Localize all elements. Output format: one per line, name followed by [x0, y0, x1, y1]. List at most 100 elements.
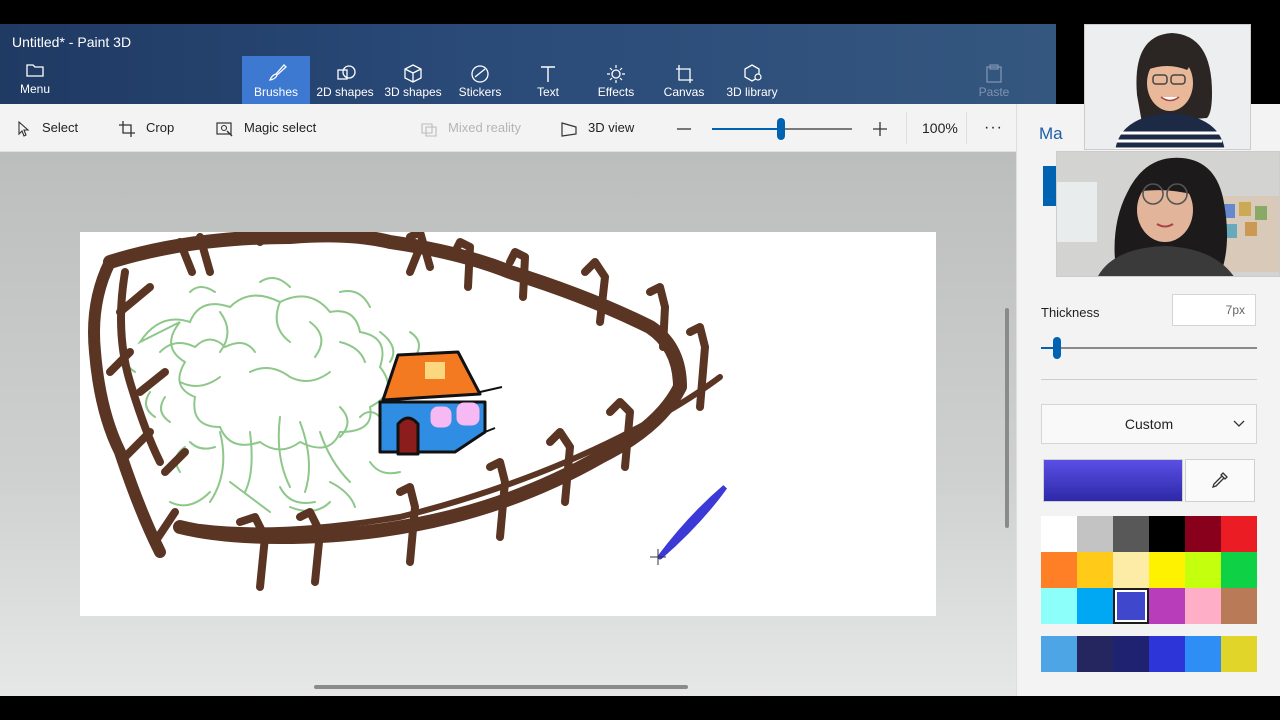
divider — [906, 112, 907, 144]
ribbon-bar: Untitled* - Paint 3D Menu Brushes 2D sha… — [0, 24, 1056, 104]
color-swatch[interactable] — [1113, 552, 1149, 588]
vertical-scrollbar[interactable] — [1005, 308, 1009, 528]
zoom-in-button[interactable] — [872, 104, 888, 152]
selected-brush-indicator[interactable] — [1043, 166, 1057, 206]
custom-color-swatch[interactable] — [1077, 636, 1113, 672]
tab-3d-shapes[interactable]: 3D shapes — [380, 56, 446, 104]
tab-text[interactable]: Text — [516, 56, 580, 104]
color-swatch[interactable] — [1113, 588, 1149, 624]
custom-color-palette — [1041, 636, 1257, 672]
color-swatch[interactable] — [1149, 552, 1185, 588]
drawing-artwork — [88, 232, 728, 591]
color-swatch[interactable] — [1077, 552, 1113, 588]
tab-stickers[interactable]: Stickers — [448, 56, 512, 104]
drawing-canvas[interactable] — [80, 232, 936, 616]
plus-icon — [873, 121, 887, 136]
crop-label: Crop — [146, 120, 175, 135]
mixed-reality-label: Mixed reality — [448, 120, 521, 135]
color-swatch[interactable] — [1077, 516, 1113, 552]
color-swatch[interactable] — [1041, 552, 1077, 588]
toolbar: Select Crop Magic select Mixed reality 3… — [0, 104, 1016, 152]
color-swatch[interactable] — [1185, 552, 1221, 588]
tab-3d-library-label: 3D library — [726, 85, 778, 99]
paste-icon — [986, 64, 1002, 83]
crop-icon — [119, 120, 135, 137]
color-swatch[interactable] — [1221, 552, 1257, 588]
zoom-slider-thumb[interactable] — [777, 118, 785, 140]
color-swatch[interactable] — [1221, 516, 1257, 552]
tab-text-label: Text — [536, 85, 559, 99]
tab-2d-shapes[interactable]: 2D shapes — [312, 56, 378, 104]
magic-select-label: Magic select — [244, 120, 317, 135]
folder-icon — [26, 64, 44, 77]
menu-label: Menu — [19, 82, 51, 96]
more-options-button[interactable]: ··· — [984, 104, 1003, 152]
color-swatch[interactable] — [1113, 516, 1149, 552]
canvas-crop-icon — [676, 65, 693, 83]
tab-3d-shapes-label: 3D shapes — [384, 85, 442, 99]
crop-button[interactable]: Crop — [118, 104, 174, 152]
color-swatch[interactable] — [1149, 516, 1185, 552]
tab-canvas[interactable]: Canvas — [652, 56, 716, 104]
tab-brushes[interactable]: Brushes — [242, 56, 310, 104]
color-swatch[interactable] — [1041, 516, 1077, 552]
eyedropper-icon — [1211, 472, 1228, 489]
paste-label: Paste — [978, 85, 1010, 99]
color-mode-dropdown[interactable]: Custom — [1041, 404, 1257, 444]
color-swatch[interactable] — [1077, 588, 1113, 624]
color-palette — [1041, 516, 1257, 624]
tab-stickers-label: Stickers — [458, 85, 502, 99]
tab-effects[interactable]: Effects — [584, 56, 648, 104]
participant-1-avatar — [1085, 25, 1250, 149]
color-swatch[interactable] — [1149, 588, 1185, 624]
3d-view-button[interactable]: 3D view — [560, 104, 634, 152]
thickness-input[interactable]: 7px — [1172, 294, 1256, 326]
screen: Untitled* - Paint 3D Menu Brushes 2D sha… — [0, 0, 1280, 720]
select-button[interactable]: Select — [16, 104, 78, 152]
current-color-swatch[interactable] — [1043, 459, 1183, 502]
mixed-reality-button[interactable]: Mixed reality — [420, 104, 521, 152]
workspace — [0, 152, 1016, 696]
window-title: Untitled* - Paint 3D — [12, 34, 132, 50]
thickness-label: Thickness — [1041, 305, 1100, 320]
participant-2-avatar — [1057, 152, 1279, 276]
participant-2-video — [1056, 151, 1280, 277]
custom-color-swatch[interactable] — [1185, 636, 1221, 672]
divider — [966, 112, 967, 144]
custom-color-swatch[interactable] — [1221, 636, 1257, 672]
sticker-icon — [471, 65, 489, 83]
house-drawing — [378, 350, 503, 456]
thickness-slider-thumb[interactable] — [1053, 337, 1061, 359]
magic-select-button[interactable]: Magic select — [216, 104, 316, 152]
horizontal-scrollbar[interactable] — [314, 685, 688, 689]
3d-library-icon — [744, 64, 762, 82]
zoom-out-button[interactable] — [676, 104, 692, 152]
color-swatch[interactable] — [1221, 588, 1257, 624]
custom-color-swatch[interactable] — [1041, 636, 1077, 672]
color-swatch[interactable] — [1185, 516, 1221, 552]
tab-canvas-label: Canvas — [663, 85, 705, 99]
brush-icon — [268, 64, 287, 81]
effects-sun-icon — [607, 65, 625, 83]
custom-color-swatch[interactable] — [1113, 636, 1149, 672]
pointer-icon — [18, 120, 30, 137]
tree-drawing — [125, 277, 420, 513]
minus-icon — [677, 128, 691, 130]
custom-color-swatch[interactable] — [1149, 636, 1185, 672]
magic-select-icon — [216, 121, 233, 137]
chevron-down-icon — [1233, 420, 1245, 427]
blue-brush-stroke — [657, 485, 728, 560]
eyedropper-button[interactable] — [1185, 459, 1255, 502]
tab-3d-library[interactable]: 3D library — [720, 56, 784, 104]
text-icon — [541, 66, 555, 82]
menu-button[interactable]: Menu — [12, 62, 58, 96]
mixed-reality-icon — [421, 123, 437, 137]
paste-button[interactable]: Paste — [966, 56, 1022, 104]
tab-brushes-label: Brushes — [253, 85, 299, 99]
zoom-percentage[interactable]: 100% — [922, 104, 958, 152]
3d-view-icon — [561, 121, 577, 137]
zoom-slider-fill — [712, 128, 782, 130]
color-swatch[interactable] — [1041, 588, 1077, 624]
color-swatch[interactable] — [1185, 588, 1221, 624]
thickness-slider-track[interactable] — [1041, 347, 1257, 349]
